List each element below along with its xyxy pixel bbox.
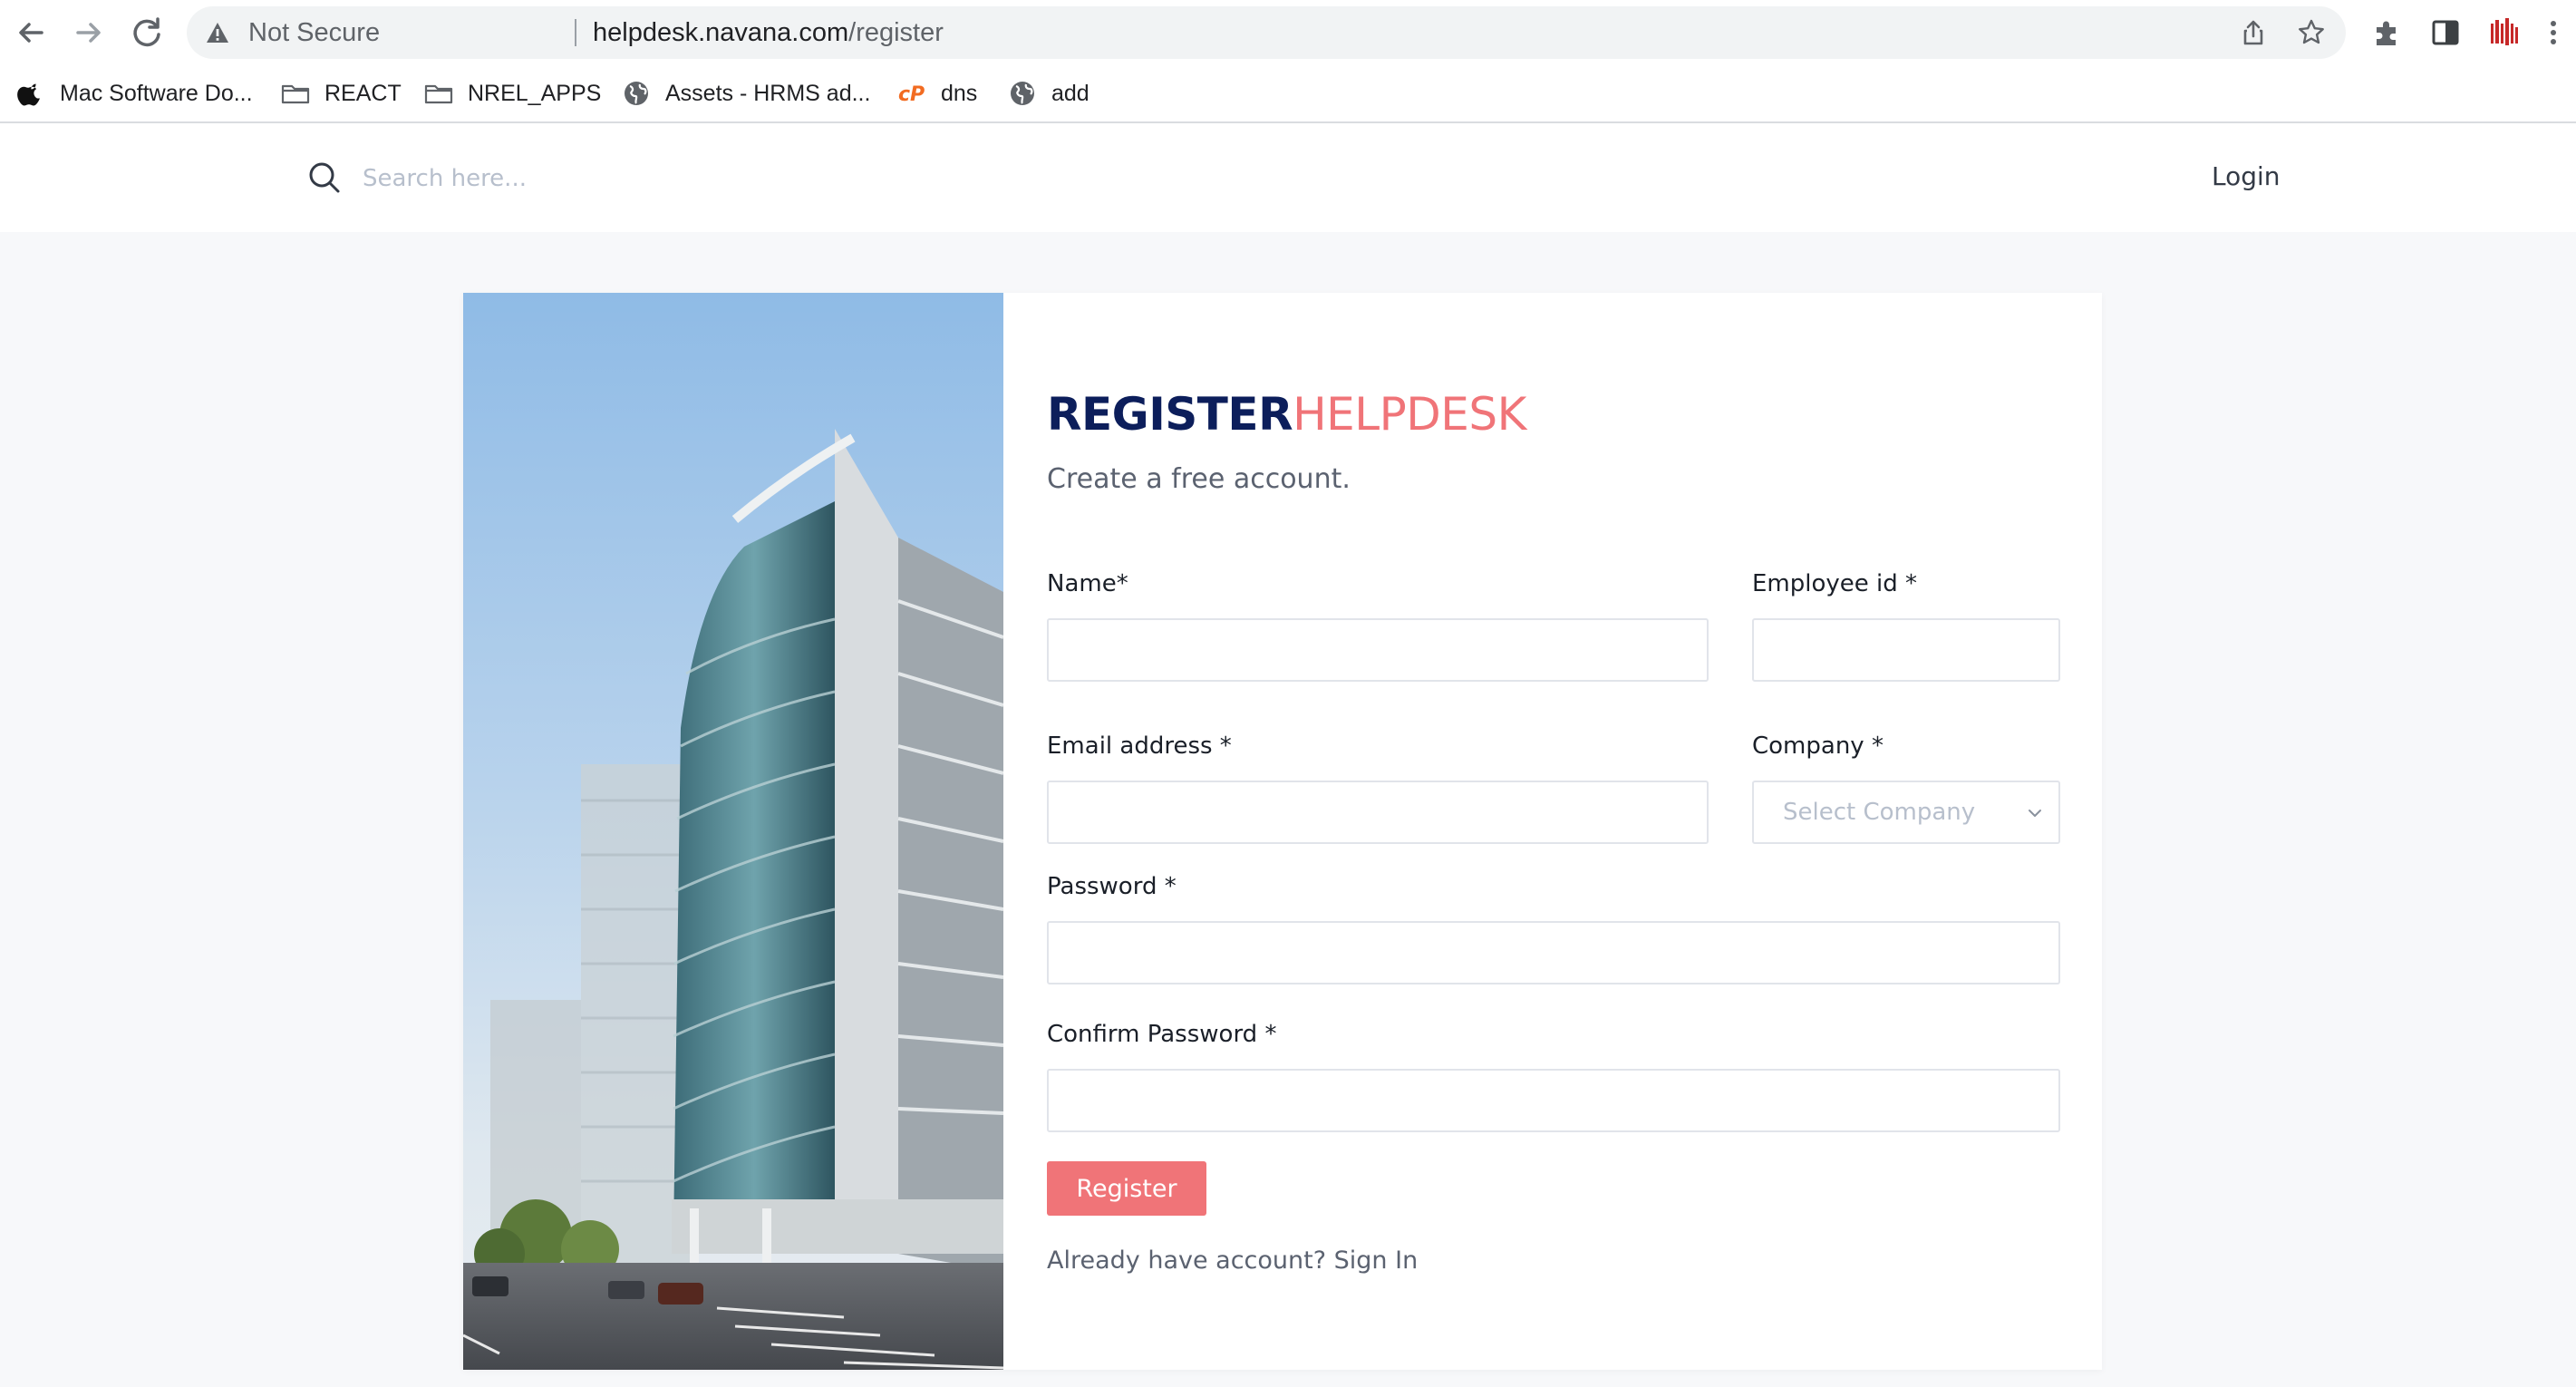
browser-toolbar: Not Secure helpdesk.navana.com/register (0, 0, 2576, 65)
register-card: REGISTERHELPDESK Create a free account. … (463, 293, 2102, 1370)
bookmark-react[interactable]: REACT (281, 65, 402, 121)
page-subtitle: Create a free account. (1047, 463, 1351, 495)
side-panel-icon[interactable] (2427, 15, 2464, 51)
title-register: REGISTER (1047, 388, 1293, 441)
bookmark-star-icon[interactable] (2297, 18, 2326, 47)
warning-icon (205, 20, 230, 45)
bookmark-mac-software[interactable]: Mac Software Do... (16, 65, 253, 121)
bookmark-label: dns (941, 80, 978, 106)
building-photo (463, 293, 1003, 1370)
employee-id-field[interactable] (1752, 618, 2060, 682)
security-status[interactable]: Not Secure (248, 6, 380, 59)
back-button[interactable] (11, 13, 51, 53)
extensions-puzzle-icon[interactable] (2369, 15, 2406, 51)
email-field[interactable] (1047, 781, 1709, 844)
url-path: /register (848, 18, 944, 47)
globe-icon (622, 79, 651, 108)
chevron-down-icon (2026, 804, 2044, 822)
search-input[interactable] (363, 156, 997, 201)
register-form: REGISTERHELPDESK Create a free account. … (1003, 293, 2102, 1370)
bookmark-nrel-apps[interactable]: NREL_APPS (424, 65, 601, 121)
bookmark-label: REACT (324, 80, 402, 106)
back-arrow-icon (19, 23, 44, 43)
company-select-value: Select Company (1783, 799, 1976, 826)
url-text[interactable]: helpdesk.navana.com/register (593, 6, 944, 59)
folder-icon (281, 79, 310, 108)
email-label: Email address * (1047, 732, 1232, 760)
bookmarks-bar: Mac Software Do... REACT NREL_APPS Asset… (0, 65, 2576, 123)
confirm-password-label: Confirm Password * (1047, 1021, 1277, 1048)
employee-id-label: Employee id * (1752, 570, 1918, 597)
reload-button[interactable] (127, 13, 167, 53)
bookmark-label: Mac Software Do... (60, 80, 253, 106)
bookmark-label: Assets - HRMS ad... (665, 80, 871, 106)
login-link[interactable]: Login (2212, 161, 2281, 191)
register-button[interactable]: Register (1047, 1161, 1206, 1216)
name-label: Name* (1047, 570, 1128, 597)
bookmark-assets-hrms[interactable]: Assets - HRMS ad... (622, 65, 870, 121)
forward-arrow-icon (76, 23, 101, 43)
company-label: Company * (1752, 732, 1884, 760)
title-helpdesk: HELPDESK (1293, 388, 1526, 441)
bookmark-dns[interactable]: cP dns (897, 65, 977, 121)
site-header: Login (0, 123, 2576, 232)
apple-icon (16, 79, 45, 108)
folder-icon (424, 79, 453, 108)
password-label: Password * (1047, 873, 1177, 900)
extension-barcode-icon[interactable] (2485, 15, 2522, 51)
bookmark-add[interactable]: add (1008, 65, 1089, 121)
cpanel-icon: cP (897, 79, 926, 108)
search-icon[interactable] (306, 160, 343, 196)
confirm-password-field[interactable] (1047, 1069, 2060, 1132)
browser-menu-icon[interactable] (2540, 15, 2567, 51)
company-select[interactable]: Select Company (1752, 781, 2060, 844)
svg-text:cP: cP (898, 83, 925, 106)
name-field[interactable] (1047, 618, 1709, 682)
reload-icon (133, 17, 160, 47)
password-field[interactable] (1047, 921, 2060, 984)
url-host: helpdesk.navana.com (593, 18, 849, 47)
bookmark-label: NREL_APPS (468, 80, 602, 106)
share-icon[interactable] (2239, 18, 2268, 47)
forward-button[interactable] (69, 13, 109, 53)
page-title: REGISTERHELPDESK (1047, 387, 1526, 441)
signin-prompt: Already have account? Sign In (1047, 1246, 1418, 1275)
bookmark-label: add (1051, 80, 1089, 106)
address-bar[interactable]: Not Secure helpdesk.navana.com/register (187, 6, 2346, 59)
globe-icon (1008, 79, 1037, 108)
address-separator (575, 19, 576, 46)
signin-prompt-text: Already have account? (1047, 1246, 1327, 1275)
signin-link[interactable]: Sign In (1334, 1246, 1419, 1275)
